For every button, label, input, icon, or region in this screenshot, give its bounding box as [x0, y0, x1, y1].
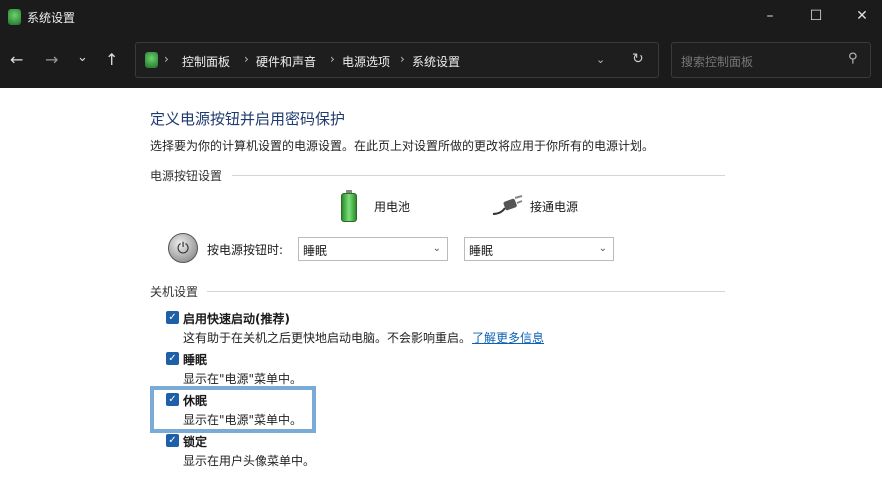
up-button[interactable]: ↑	[105, 50, 118, 69]
navigation-toolbar: ← → ⌄ ↑ › 控制面板 › 硬件和声音 › 电源选项 › 系统设置 ⌄ ↻…	[0, 35, 882, 88]
lock-label: 锁定	[183, 435, 208, 449]
address-bar[interactable]: › 控制面板 › 硬件和声音 › 电源选项 › 系统设置 ⌄ ↻	[135, 42, 659, 78]
chevron-down-icon: ⌄	[432, 243, 441, 254]
forward-button[interactable]: →	[45, 50, 58, 69]
power-button-icon: ⏻	[168, 233, 198, 263]
breadcrumb-control-panel[interactable]: 控制面板	[182, 53, 230, 70]
window-title: 系统设置	[27, 11, 76, 25]
refresh-icon[interactable]: ↻	[632, 51, 644, 67]
breadcrumb-hardware-sound[interactable]: 硬件和声音	[256, 53, 316, 70]
title-bar: 系统设置 – ☐ ✕	[0, 0, 882, 35]
control-panel-icon	[145, 52, 158, 68]
battery-label: 用电池	[374, 200, 411, 214]
chevron-right-icon: ›	[330, 52, 335, 66]
divider	[207, 291, 725, 292]
chevron-right-icon: ›	[164, 52, 169, 66]
page-title: 定义电源按钮并启用密码保护	[150, 110, 346, 128]
sleep-checkbox[interactable]: ✓	[166, 352, 179, 365]
fast-startup-checkbox[interactable]: ✓	[166, 311, 179, 324]
plug-icon	[492, 195, 523, 215]
hibernate-label: 休眠	[183, 394, 208, 408]
battery-power-action-select[interactable]: 睡眠 ⌄	[298, 237, 448, 261]
select-value: 睡眠	[469, 244, 494, 258]
hibernate-desc: 显示在"电源"菜单中。	[183, 413, 303, 427]
chevron-right-icon: ›	[244, 52, 249, 66]
back-button[interactable]: ←	[10, 50, 23, 69]
plugged-power-action-select[interactable]: 睡眠 ⌄	[464, 237, 614, 261]
plugged-in-label: 接通电源	[530, 200, 579, 214]
breadcrumb-system-settings[interactable]: 系统设置	[412, 53, 460, 70]
chevron-down-icon[interactable]: ⌄	[596, 53, 605, 66]
lock-desc: 显示在用户头像菜单中。	[183, 454, 316, 468]
power-button-row-label: 按电源按钮时:	[207, 243, 284, 257]
search-icon[interactable]: ⚲	[848, 51, 858, 66]
lock-checkbox[interactable]: ✓	[166, 434, 179, 447]
close-button[interactable]: ✕	[842, 8, 882, 24]
learn-more-link[interactable]: 了解更多信息	[472, 329, 544, 346]
chevron-right-icon: ›	[400, 52, 405, 66]
search-box[interactable]: 搜索控制面板 ⚲	[671, 42, 871, 78]
app-icon	[8, 9, 21, 25]
battery-icon	[341, 190, 357, 222]
minimize-button[interactable]: –	[750, 8, 790, 24]
hibernate-checkbox[interactable]: ✓	[166, 393, 179, 406]
fast-startup-desc: 这有助于在关机之后更快地启动电脑。不会影响重启。	[183, 331, 472, 345]
section-shutdown: 关机设置	[150, 285, 199, 299]
divider	[232, 175, 725, 176]
search-input[interactable]: 搜索控制面板	[681, 53, 753, 70]
page-description: 选择要为你的计算机设置的电源设置。在此页上对设置所做的更改将应用于你所有的电源计…	[150, 139, 655, 153]
section-power-button: 电源按钮设置	[150, 169, 223, 183]
fast-startup-label: 启用快速启动(推荐)	[183, 312, 290, 326]
select-value: 睡眠	[303, 244, 328, 258]
sleep-desc: 显示在"电源"菜单中。	[183, 372, 303, 386]
recent-locations-button[interactable]: ⌄	[77, 50, 88, 65]
maximize-button[interactable]: ☐	[796, 8, 836, 24]
chevron-down-icon: ⌄	[598, 243, 607, 254]
sleep-label: 睡眠	[183, 353, 208, 367]
breadcrumb-power-options[interactable]: 电源选项	[342, 53, 390, 70]
